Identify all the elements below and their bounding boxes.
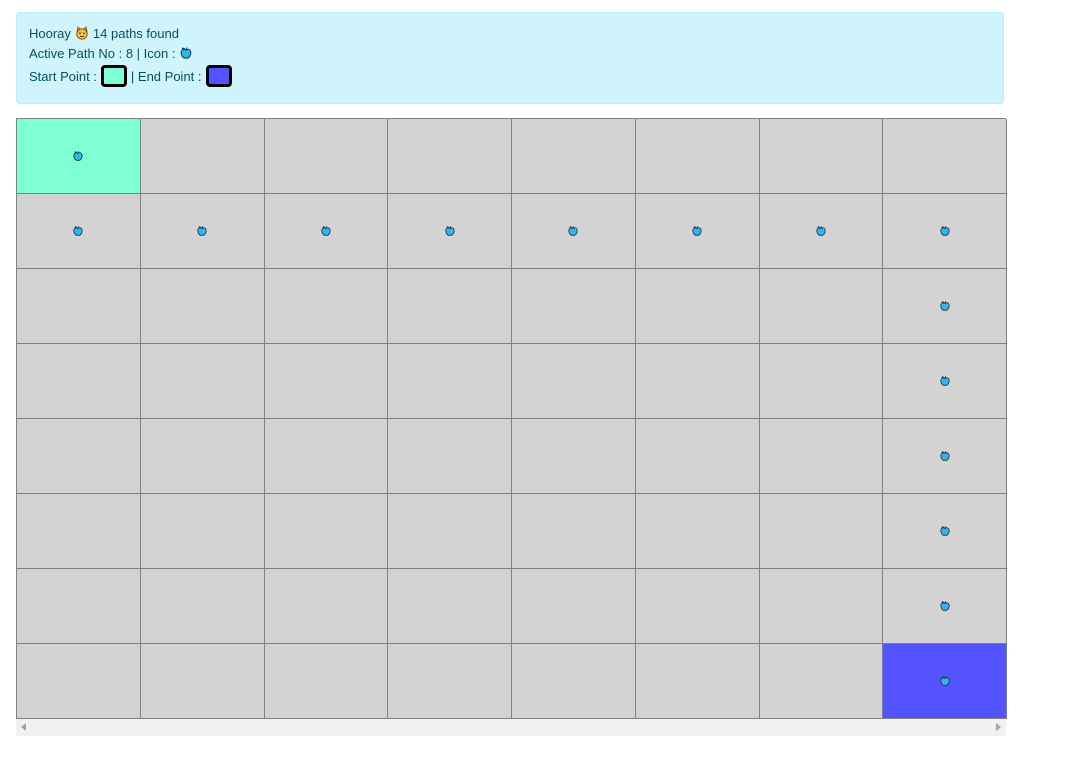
grid-cell[interactable] [635,344,760,419]
grid-cell[interactable] [512,194,636,269]
path-apple-icon [939,375,951,387]
grid-cell[interactable] [17,569,141,644]
grid-cell[interactable] [635,119,760,194]
grid-cell[interactable] [512,494,636,569]
grid-cell[interactable] [140,569,265,644]
grid-cell[interactable] [512,644,636,719]
path-apple-icon [72,225,84,237]
grid-cell[interactable] [512,119,636,194]
grid-cell[interactable] [17,344,141,419]
hooray-text: Hooray [29,25,71,41]
path-apple-icon [939,300,951,312]
path-apple-icon [444,225,456,237]
grid-cell[interactable] [635,494,760,569]
path-apple-icon [320,225,332,237]
horizontal-scrollbar[interactable] [16,719,1006,736]
scroll-left-arrow-icon[interactable] [21,723,26,731]
maze-grid-container [16,118,1007,719]
grid-cell[interactable] [759,344,884,419]
grid-cell[interactable] [264,119,389,194]
grid-cell[interactable] [17,494,141,569]
grid-cell[interactable] [759,119,884,194]
path-apple-icon [72,150,84,162]
grid-cell[interactable] [388,644,512,719]
active-path-line: Active Path No : 8 | Icon : [29,43,197,63]
grid-cell[interactable] [264,569,389,644]
grid-cell[interactable] [635,569,760,644]
legend-line: Start Point : | End Point : [29,65,236,87]
grid-cell[interactable] [883,569,1007,644]
grid-cell[interactable] [759,419,884,494]
end-point-label: | End Point : [130,68,202,84]
grid-cell[interactable] [140,194,265,269]
cat-face-icon [75,26,89,40]
grid-cell[interactable] [883,419,1007,494]
grid-cell[interactable] [17,269,141,344]
start-cell[interactable] [17,119,141,194]
scroll-right-arrow-icon[interactable] [996,723,1001,731]
grid-cell[interactable] [388,494,512,569]
grid-cell[interactable] [140,419,265,494]
grid-cell[interactable] [759,644,884,719]
grid-cell[interactable] [140,644,265,719]
grid-cell[interactable] [512,344,636,419]
grid-cell[interactable] [635,269,760,344]
grid-cell[interactable] [140,494,265,569]
grid-cell[interactable] [264,269,389,344]
path-info-alert: Hooray 14 paths found Active Path No : 8… [16,12,1004,104]
path-apple-icon [691,225,703,237]
grid-cell[interactable] [388,569,512,644]
path-apple-icon [196,225,208,237]
grid-cell[interactable] [388,344,512,419]
grid-cell[interactable] [512,569,636,644]
grid-cell[interactable] [512,419,636,494]
grid-cell[interactable] [264,644,389,719]
grid-cell[interactable] [883,194,1007,269]
paths-found-text: 14 paths found [92,25,179,41]
grid-cell[interactable] [759,494,884,569]
path-apple-icon [939,600,951,612]
grid-cell[interactable] [264,344,389,419]
grid-cell[interactable] [635,194,760,269]
grid-cell[interactable] [388,269,512,344]
path-apple-icon [939,675,951,687]
start-point-swatch [100,65,127,87]
path-apple-icon [939,525,951,537]
grid-cell[interactable] [140,269,265,344]
grid-cell[interactable] [759,569,884,644]
grid-cell[interactable] [635,419,760,494]
path-apple-icon [567,225,579,237]
grid-cell[interactable] [883,494,1007,569]
path-apple-icon [939,225,951,237]
start-point-label: Start Point : [29,68,97,84]
end-cell[interactable] [883,644,1007,719]
grid-cell[interactable] [264,419,389,494]
grid-cell[interactable] [388,119,512,194]
blue-apple-icon [179,46,193,60]
grid-cell[interactable] [883,344,1007,419]
grid-cell[interactable] [140,119,265,194]
grid-cell[interactable] [17,419,141,494]
path-apple-icon [939,450,951,462]
paths-found-line: Hooray 14 paths found [29,23,179,43]
end-point-swatch [205,65,232,87]
active-path-text: Active Path No : 8 | Icon : [29,45,176,61]
grid-cell[interactable] [17,194,141,269]
grid-cell[interactable] [759,269,884,344]
grid-cell[interactable] [264,494,389,569]
grid-cell[interactable] [883,269,1007,344]
path-apple-icon [815,225,827,237]
grid-cell[interactable] [388,419,512,494]
grid-cell[interactable] [759,194,884,269]
grid-cell[interactable] [264,194,389,269]
grid-cell[interactable] [512,269,636,344]
grid-cell[interactable] [388,194,512,269]
maze-grid [16,118,1007,719]
grid-cell[interactable] [140,344,265,419]
grid-cell[interactable] [17,644,141,719]
grid-cell[interactable] [883,119,1007,194]
grid-cell[interactable] [635,644,760,719]
